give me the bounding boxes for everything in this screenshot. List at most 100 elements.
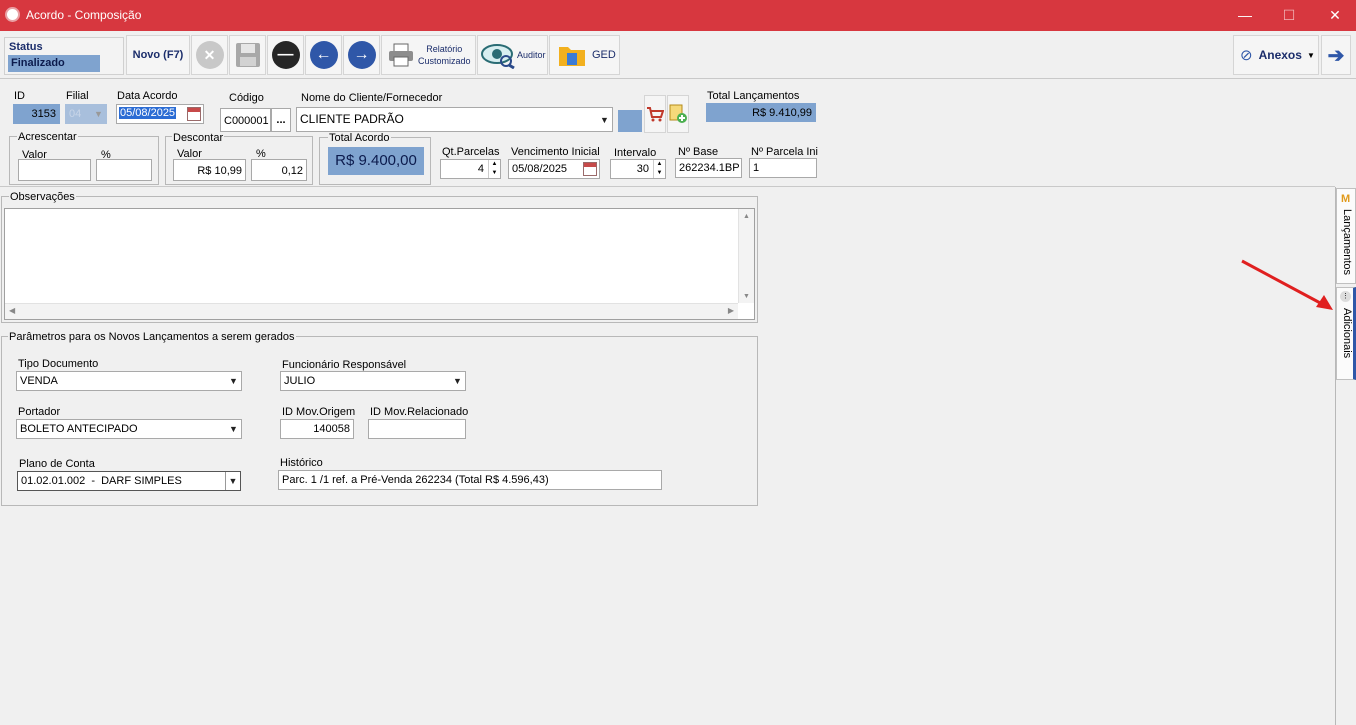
- total-lancamentos-label: Total Lançamentos: [707, 90, 800, 102]
- ged-button[interactable]: GED: [549, 35, 620, 75]
- acrescentar-title: Acrescentar: [17, 131, 78, 143]
- qt-parcelas-value: 4: [477, 163, 484, 175]
- codigo-field[interactable]: C000001: [220, 108, 271, 132]
- historico-field[interactable]: Parc. 1 /1 ref. a Pré-Venda 262234 (Tota…: [278, 470, 662, 490]
- chevron-down-icon: ▼: [229, 376, 238, 386]
- relatorio-customizado-button[interactable]: Relatório Customizado: [381, 35, 476, 75]
- toolbar: Status Finalizado Novo (F7) ✕ — ← → Rela…: [0, 31, 1356, 79]
- tipo-documento-select[interactable]: VENDA ▼: [16, 371, 242, 391]
- intervalo-field[interactable]: 30 ▲ ▼: [610, 159, 666, 179]
- nparcela-field[interactable]: 1: [749, 158, 817, 178]
- save-button[interactable]: [229, 35, 266, 75]
- filial-select[interactable]: 04 ▼: [65, 104, 107, 124]
- calendar-icon[interactable]: [583, 162, 597, 176]
- scroll-down-icon[interactable]: ▼: [739, 293, 754, 300]
- plano-conta-label: Plano de Conta: [19, 458, 95, 470]
- horizontal-scrollbar[interactable]: ◀ ▶: [5, 303, 738, 319]
- total-acordo-value: R$ 9.400,00: [328, 147, 424, 175]
- tipo-documento-value: VENDA: [20, 375, 58, 387]
- printer-icon: [389, 43, 413, 67]
- vertical-scrollbar[interactable]: ▲ ▼: [738, 209, 754, 303]
- cliente-color-swatch: [618, 110, 642, 132]
- remove-button[interactable]: —: [267, 35, 304, 75]
- cliente-select[interactable]: CLIENTE PADRÃO ▼: [296, 107, 613, 132]
- cancel-button[interactable]: ✕: [191, 35, 228, 75]
- eye-magnifier-icon: [481, 44, 515, 69]
- relatorio-label-1: Relatório: [426, 44, 463, 54]
- previous-button[interactable]: ←: [305, 35, 342, 75]
- nbase-field[interactable]: 262234.1BP: [675, 158, 742, 178]
- app-icon: [5, 7, 20, 22]
- add-document-icon: [669, 104, 687, 123]
- spinner-icon[interactable]: ▲ ▼: [653, 160, 665, 178]
- acrescentar-pct-field[interactable]: [96, 159, 152, 181]
- id-mov-relacionado-field[interactable]: [368, 419, 466, 439]
- chevron-down-icon: ▼: [453, 376, 462, 386]
- next-button[interactable]: →: [343, 35, 380, 75]
- portador-select[interactable]: BOLETO ANTECIPADO ▼: [16, 419, 242, 439]
- tab-adicionais[interactable]: ⋮ Adicionais: [1336, 287, 1356, 380]
- cliente-cart-button[interactable]: [644, 95, 666, 133]
- spinner-icon[interactable]: ▲ ▼: [488, 160, 500, 178]
- scroll-left-icon[interactable]: ◀: [9, 306, 15, 315]
- chevron-down-icon: ▼: [229, 424, 238, 434]
- cancel-x-icon: ✕: [195, 41, 224, 69]
- id-mov-origem-field[interactable]: 140058: [280, 419, 354, 439]
- cart-icon: [647, 107, 664, 122]
- paperclip-icon: ⊘: [1240, 47, 1253, 64]
- chevron-down-icon: ▼: [600, 114, 609, 125]
- title-bar: Acordo - Composição — ☐ ✕: [0, 0, 1356, 31]
- anexos-label: Anexos: [1258, 48, 1302, 62]
- cliente-add-button[interactable]: [667, 95, 689, 133]
- portador-value: BOLETO ANTECIPADO: [20, 423, 138, 435]
- minus-icon: —: [271, 41, 300, 69]
- filial-value: 04: [69, 108, 82, 120]
- codigo-search-button[interactable]: ...: [271, 108, 291, 132]
- arrow-right-icon: →: [347, 41, 376, 69]
- maximize-button[interactable]: ☐: [1266, 0, 1312, 31]
- plano-conta-select[interactable]: 01.02.01.002 - DARF SIMPLES ▼: [17, 471, 241, 491]
- historico-label: Histórico: [280, 457, 323, 469]
- nbase-label: Nº Base: [678, 146, 719, 158]
- descontar-title: Descontar: [172, 132, 225, 144]
- novo-button[interactable]: Novo (F7): [126, 35, 190, 75]
- codigo-label: Código: [229, 92, 264, 104]
- descontar-valor-field[interactable]: R$ 10,99: [173, 159, 246, 181]
- scroll-right-icon[interactable]: ▶: [728, 306, 734, 315]
- close-window-button[interactable]: ✕: [1312, 0, 1356, 31]
- folder-icon: [559, 47, 585, 66]
- vencimento-field[interactable]: 05/08/2025: [508, 159, 600, 179]
- funcionario-value: JULIO: [284, 375, 316, 387]
- acrescentar-valor-field[interactable]: [18, 159, 91, 181]
- id-mov-relacionado-label: ID Mov.Relacionado: [370, 406, 469, 418]
- data-acordo-value: 05/08/2025: [119, 107, 177, 119]
- relatorio-label-2: Customizado: [418, 56, 471, 66]
- funcionario-select[interactable]: JULIO ▼: [280, 371, 466, 391]
- minimize-button[interactable]: —: [1222, 0, 1268, 31]
- auditor-button[interactable]: Auditor: [477, 35, 548, 75]
- m-icon: M: [1341, 193, 1351, 205]
- observacoes-textarea[interactable]: ▲ ▼ ◀ ▶: [4, 208, 755, 320]
- exit-button[interactable]: ➔: [1321, 35, 1351, 75]
- portador-label: Portador: [18, 406, 61, 418]
- parametros-title: Parâmetros para os Novos Lançamentos a s…: [8, 331, 296, 343]
- observacoes-title: Observações: [9, 191, 76, 203]
- data-acordo-field[interactable]: 05/08/2025: [116, 104, 204, 124]
- arrow-left-icon: ←: [309, 41, 338, 69]
- tipo-documento-label: Tipo Documento: [18, 358, 99, 370]
- descontar-pct-field[interactable]: 0,12: [251, 159, 307, 181]
- arrow-right-exit-icon: ➔: [1327, 44, 1345, 67]
- divider: [0, 186, 1335, 187]
- calendar-icon[interactable]: [187, 107, 201, 121]
- id-label: ID: [14, 90, 25, 102]
- tab-lancamentos[interactable]: M Lançamentos: [1336, 188, 1356, 284]
- id-field[interactable]: 3153: [13, 104, 60, 124]
- scroll-up-icon[interactable]: ▲: [739, 213, 754, 220]
- more-icon: ⋮: [1340, 291, 1351, 302]
- qt-parcelas-field[interactable]: 4 ▲ ▼: [440, 159, 501, 179]
- chevron-down-icon: ▼: [94, 109, 103, 119]
- total-acordo-title: Total Acordo: [328, 132, 391, 144]
- anexos-button[interactable]: ⊘ Anexos ▼: [1233, 35, 1319, 75]
- chevron-down-icon: ▼: [225, 472, 240, 490]
- vencimento-label: Vencimento Inicial: [511, 146, 600, 158]
